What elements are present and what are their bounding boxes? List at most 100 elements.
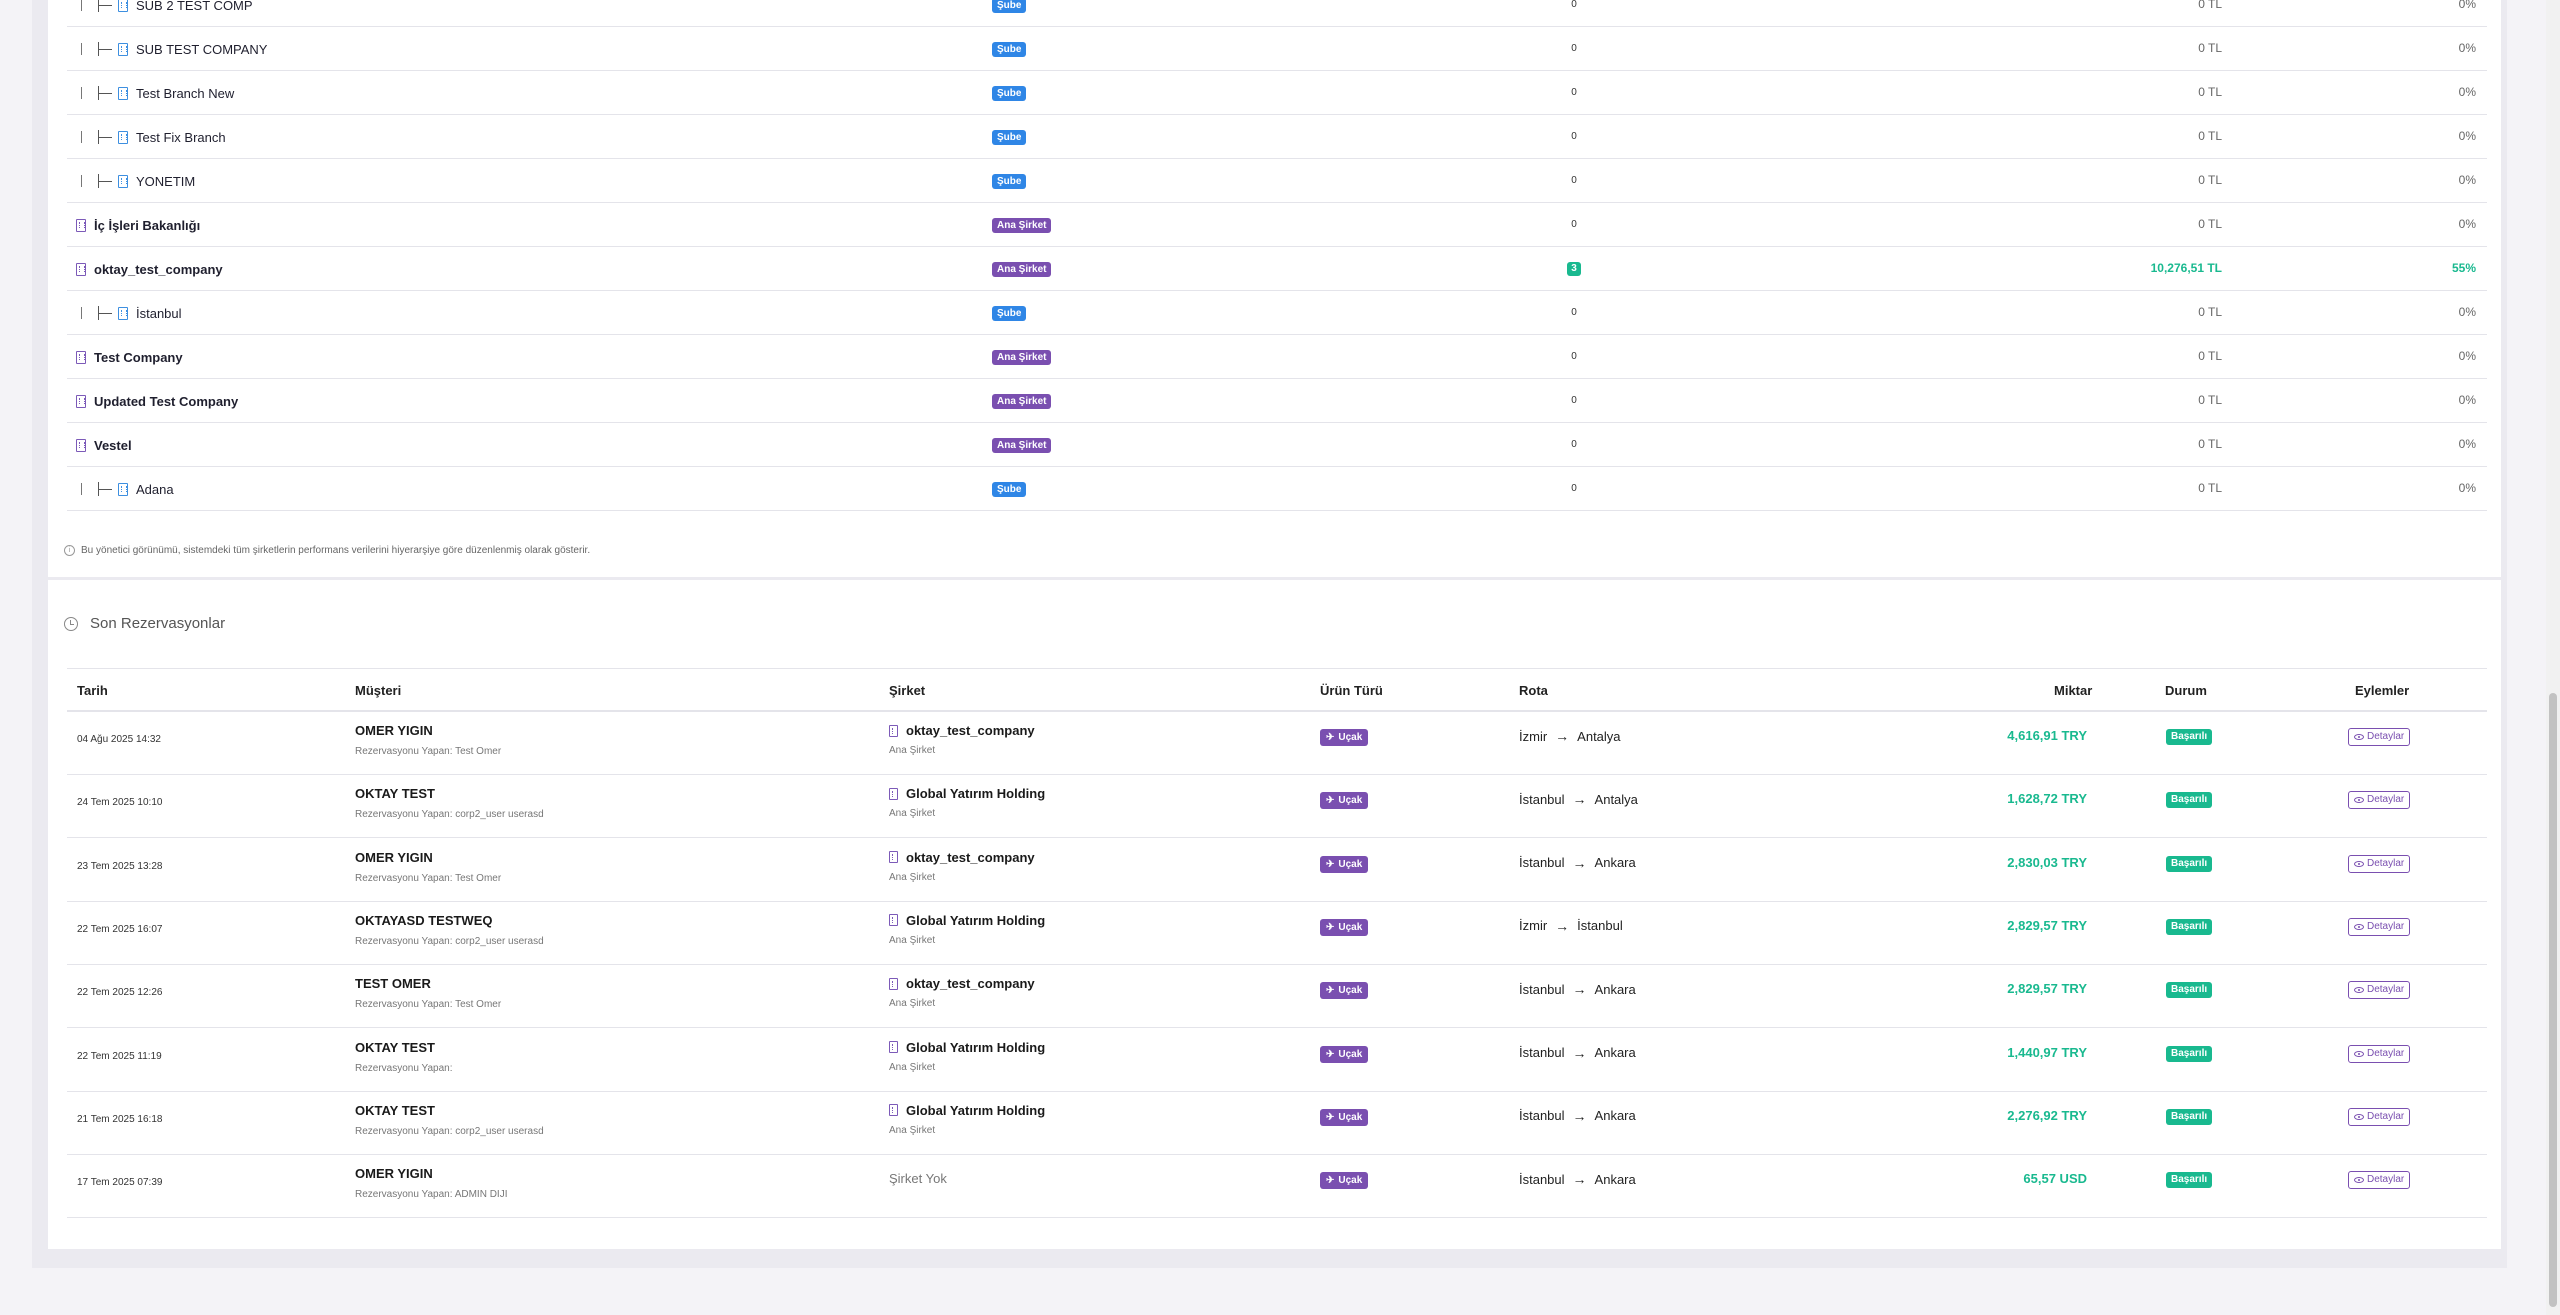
reservation-amount: 2,829,57 TRY [2007, 917, 2087, 933]
hierarchy-row: İç İşleri Bakanlığı Ana Şirket 0 0 TL 0% [67, 203, 2487, 247]
share-percent: 0% [2458, 481, 2476, 495]
product-type-badge: ✈ Uçak [1320, 1108, 1369, 1126]
booked-by: Rezervasyonu Yapan: [355, 1062, 453, 1074]
share-percent: 0% [2458, 305, 2476, 319]
customer-name: OKTAYASD TESTWEQ [355, 912, 493, 928]
company-name-text: Global Yatırım Holding [906, 912, 1046, 928]
customer-name: OKTAY TEST [355, 786, 435, 802]
company-name-cell: Updated Test Company [76, 379, 238, 423]
total-amount: 0 TL [2198, 0, 2222, 11]
booked-by: Rezervasyonu Yapan: Test Omer [355, 999, 502, 1011]
share-percent: 0% [2458, 0, 2476, 11]
customer-name: TEST OMER [355, 976, 431, 992]
hierarchy-row: Test Branch New Şube 0 0 TL 0% [67, 71, 2487, 115]
building-icon [118, 42, 128, 56]
header-status: Durum [2165, 683, 2207, 698]
building-icon [889, 1041, 898, 1053]
details-button[interactable]: Detaylar [2348, 728, 2411, 746]
plane-icon: ✈ [1326, 732, 1335, 743]
route-cell: İstanbul → Ankara [1519, 1045, 1636, 1061]
company-type-badge: Ana Şirket [992, 218, 1052, 233]
company-name: YONETIM [136, 173, 196, 189]
reservation-count: 3 [1567, 262, 1581, 276]
company-name-cell: oktay_test_company [76, 247, 223, 291]
scrollbar-thumb[interactable] [2549, 693, 2557, 1307]
reservation-date: 04 Ağu 2025 14:32 [77, 734, 161, 745]
building-icon [889, 724, 898, 737]
company-name-cell: İstanbul [81, 291, 182, 335]
customer-cell: OMER YIGIN Rezervasyonu Yapan: ADMIN DIJI [355, 1166, 507, 1200]
hierarchy-row: İstanbul Şube 0 0 TL 0% [67, 291, 2487, 335]
reservation-count: 0 [1571, 219, 1577, 230]
scrollbar[interactable] [2546, 0, 2560, 1315]
product-type-badge: ✈ Uçak [1320, 1172, 1369, 1190]
no-company: Şirket Yok [889, 1171, 947, 1187]
table-row: 21 Tem 2025 16:18 OKTAY TEST Rezervasyonu … [67, 1092, 2487, 1155]
company-name-cell: Vestel [76, 423, 132, 467]
details-button[interactable]: Detaylar [2348, 1107, 2411, 1126]
company-name-text: Global Yatırım Holding [906, 786, 1046, 802]
arrow-right-icon: → [1555, 728, 1570, 744]
company-name-cell: Test Branch New [81, 71, 234, 115]
company-cell: Global Yatırım Holding Ana Şirket [889, 1040, 1045, 1073]
tree-branch [98, 130, 112, 144]
share-percent: 0% [2458, 41, 2476, 55]
company-type-badge: Şube [992, 482, 1027, 497]
company-name-cell: SUB 2 TEST COMP [81, 0, 253, 27]
company-name: oktay_test_company [889, 723, 1035, 738]
details-button[interactable]: Detaylar [2348, 1044, 2411, 1063]
tree-branch [98, 482, 112, 496]
company-type: Ana Şirket [889, 871, 936, 883]
header-customer: Müşteri [355, 683, 402, 698]
route-cell: İstanbul → Antalya [1519, 791, 1638, 807]
hierarchy-note: i Bu yönetici görünümü, sistemdeki tüm ş… [64, 545, 590, 556]
route-to: Antalya [1577, 728, 1621, 744]
building-icon [118, 86, 128, 100]
details-label: Detaylar [2367, 794, 2405, 806]
status-badge: Başarılı [2166, 918, 2213, 935]
table-row: 22 Tem 2025 12:26 TEST OMER Rezervasyonu Y… [67, 965, 2487, 1029]
total-amount: 0 TL [2198, 173, 2222, 187]
product-type-badge: ✈ Uçak [1320, 855, 1369, 873]
reservation-count: 0 [1571, 175, 1577, 186]
building-icon [889, 1104, 898, 1117]
details-button[interactable]: Detaylar [2348, 917, 2411, 936]
company-name: oktay_test_company [889, 850, 1035, 865]
building-icon [118, 306, 128, 320]
tree-branch [98, 42, 112, 56]
route-cell: İzmir → Antalya [1519, 728, 1621, 744]
details-button[interactable]: Detaylar [2348, 854, 2411, 873]
header-type: Ürün Türü [1320, 683, 1383, 698]
route-from: İstanbul [1519, 791, 1565, 807]
total-amount: 0 TL [2198, 129, 2222, 143]
company-name-text: oktay_test_company [906, 976, 1035, 992]
status-badge: Başarılı [2166, 982, 2213, 999]
tree-branch [98, 86, 112, 100]
details-button[interactable]: Detaylar [2348, 981, 2411, 1000]
product-type-label: Uçak [1338, 1111, 1363, 1123]
company-type-badge: Şube [992, 174, 1027, 189]
plane-icon: ✈ [1326, 1111, 1335, 1123]
company-cell: oktay_test_company Ana Şirket [889, 976, 1035, 1009]
company-name: Test Company [94, 349, 183, 365]
building-icon [889, 851, 898, 864]
route-to: Antalya [1594, 791, 1638, 807]
reservation-count: 0 [1571, 395, 1577, 406]
company-name-text: oktay_test_company [906, 849, 1035, 865]
booked-by: Rezervasyonu Yapan: corp2_user userasd [355, 1125, 544, 1137]
building-icon [889, 977, 898, 990]
route-cell: İstanbul → Ankara [1519, 1108, 1636, 1124]
reservation-amount: 2,276,92 TRY [2007, 1107, 2087, 1123]
product-type-badge: ✈ Uçak [1320, 729, 1369, 746]
company-name: oktay_test_company [94, 261, 223, 277]
reservation-count: 0 [1571, 439, 1577, 450]
tree-line [81, 307, 82, 319]
total-amount: 0 TL [2198, 349, 2222, 363]
table-row: 22 Tem 2025 16:07 OKTAYASD TESTWEQ Rezerva… [67, 902, 2487, 965]
route-cell: İstanbul → Ankara [1519, 981, 1636, 997]
details-button[interactable]: Detaylar [2348, 791, 2411, 810]
status-badge: Başarılı [2166, 855, 2213, 872]
details-button[interactable]: Detaylar [2348, 1171, 2411, 1190]
building-icon [76, 350, 86, 364]
company-name: oktay_test_company [889, 976, 1035, 991]
